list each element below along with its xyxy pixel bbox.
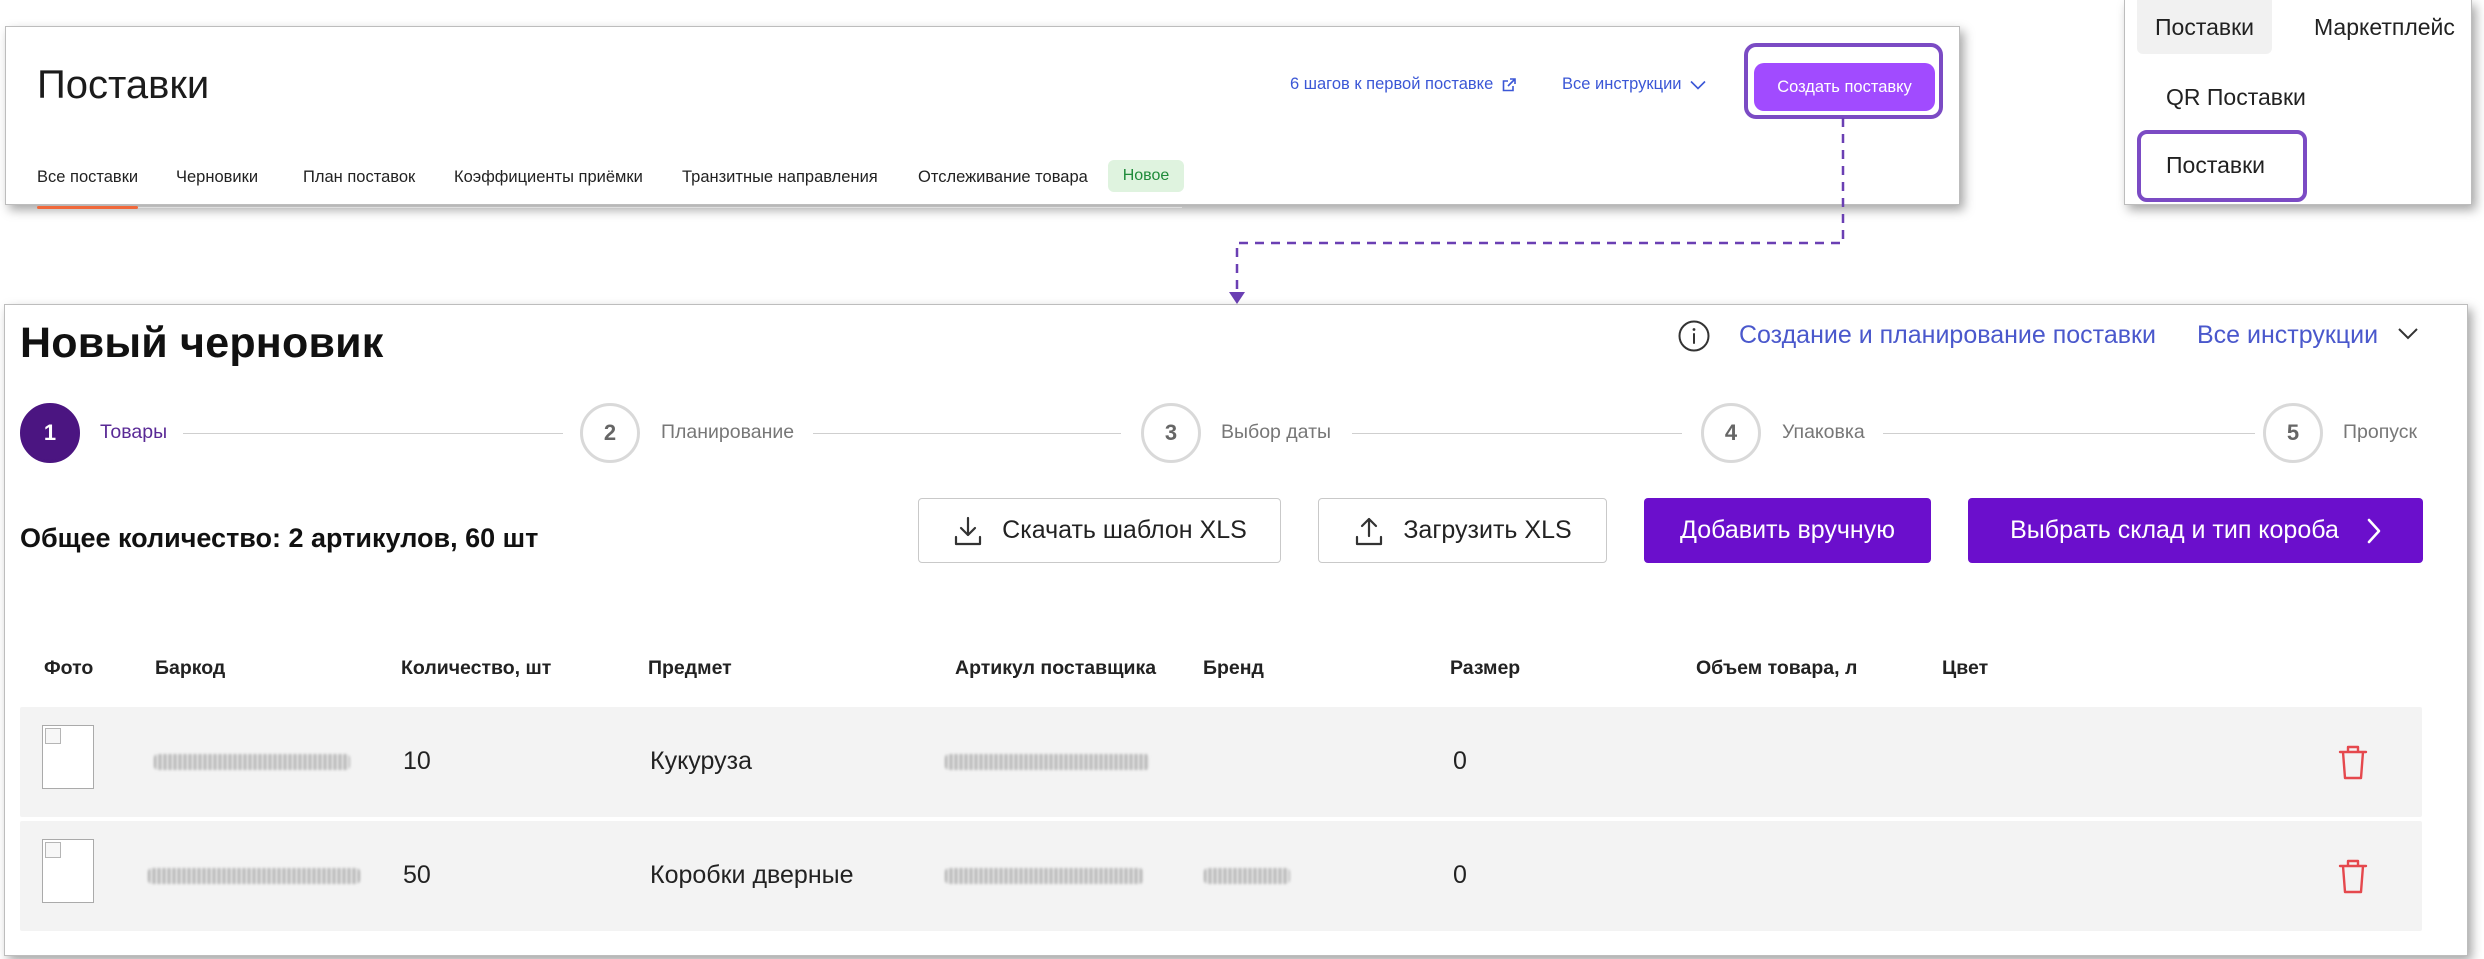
menu-item-qr-supplies[interactable]: QR Поставки — [2166, 84, 2306, 111]
col-vendor-code: Артикул поставщика — [955, 657, 1157, 679]
nav-menu-panel: Поставки Маркетплейс QR Поставки Поставк… — [2124, 0, 2472, 205]
col-barcode: Баркод — [155, 657, 226, 679]
subject-value: Кукуруза — [650, 747, 752, 775]
create-supply-button[interactable]: Создать поставку — [1754, 63, 1935, 111]
step-connector — [1352, 433, 1682, 434]
menu-tab-supplies[interactable]: Поставки — [2137, 0, 2273, 54]
draft-title: Новый черновик — [20, 319, 384, 367]
new-badge: Новое — [1108, 160, 1184, 192]
size-value: 0 — [1453, 861, 1467, 889]
table-row[interactable]: 50 Коробки дверные 0 — [20, 821, 2422, 931]
barcode-redacted — [148, 868, 360, 884]
info-icon[interactable] — [1677, 319, 1711, 353]
col-size: Размер — [1450, 657, 1521, 679]
step-1-circle[interactable]: 1 — [20, 403, 80, 463]
draft-instructions-link[interactable]: Все инструкции — [2197, 321, 2378, 350]
quantity-value: 50 — [403, 861, 431, 889]
col-brand: Бренд — [1203, 657, 1264, 679]
step-4-circle[interactable]: 4 — [1701, 403, 1761, 463]
photo-placeholder-icon — [42, 839, 94, 903]
all-instructions-link[interactable]: Все инструкции — [1562, 75, 1706, 94]
step-2-label[interactable]: Планирование — [661, 421, 795, 444]
external-link-icon — [1502, 77, 1517, 91]
step-3-label[interactable]: Выбор даты — [1221, 421, 1332, 444]
step-1-label[interactable]: Товары — [100, 421, 168, 444]
first-supply-steps-link[interactable]: 6 шагов к первой поставке — [1290, 75, 1517, 94]
step-5-circle[interactable]: 5 — [2263, 403, 2323, 463]
planning-help-link[interactable]: Создание и планирование поставки — [1739, 321, 2156, 350]
tab-transit-directions[interactable]: Транзитные направления — [682, 168, 878, 187]
barcode-redacted — [154, 754, 350, 770]
col-subject: Предмет — [648, 657, 732, 679]
upload-icon — [1356, 517, 1383, 545]
tab-acceptance-coefficients[interactable]: Коэффициенты приёмки — [454, 168, 643, 187]
step-4-label[interactable]: Упаковка — [1782, 421, 1865, 444]
quantity-value: 10 — [403, 747, 431, 775]
tab-product-tracking[interactable]: Отслеживание товара — [918, 168, 1088, 187]
choose-warehouse-button[interactable]: Выбрать склад и тип короба — [1968, 498, 2423, 563]
step-connector — [183, 433, 563, 434]
col-quantity: Количество, шт — [401, 657, 552, 679]
upload-xls-button[interactable]: Загрузить XLS — [1318, 498, 1607, 563]
table-row[interactable]: 10 Кукуруза 0 — [20, 707, 2422, 817]
tab-drafts[interactable]: Черновики — [176, 168, 258, 187]
total-quantity-summary: Общее количество: 2 артикулов, 60 шт — [20, 523, 539, 553]
step-connector — [813, 433, 1121, 434]
size-value: 0 — [1453, 747, 1467, 775]
upload-xls-label: Загрузить XLS — [1403, 516, 1572, 544]
chevron-right-icon — [2367, 518, 2381, 543]
chevron-down-icon[interactable] — [2397, 327, 2419, 341]
step-connector — [1883, 433, 2255, 434]
chevron-down-icon — [1689, 80, 1706, 90]
photo-placeholder-icon — [42, 725, 94, 789]
first-supply-steps-label: 6 шагов к первой поставке — [1290, 75, 1494, 93]
all-instructions-label: Все инструкции — [1562, 75, 1682, 93]
trash-icon[interactable] — [2336, 743, 2370, 781]
brand-redacted — [1204, 868, 1290, 884]
download-template-button[interactable]: Скачать шаблон XLS — [918, 498, 1281, 563]
supplies-tabs: Все поставки Черновики План поставок Коэ… — [37, 147, 1184, 209]
col-volume: Объем товара, л — [1696, 657, 1858, 679]
download-template-label: Скачать шаблон XLS — [1002, 516, 1247, 544]
new-draft-panel: Новый черновик Создание и планирование п… — [4, 304, 2468, 956]
menu-tab-marketplace[interactable]: Маркетплейс — [2314, 0, 2455, 54]
col-color: Цвет — [1942, 657, 1989, 679]
vendor-code-redacted — [945, 754, 1149, 770]
step-2-circle[interactable]: 2 — [580, 403, 640, 463]
step-5-label[interactable]: Пропуск — [2343, 421, 2418, 444]
col-photo: Фото — [44, 657, 94, 679]
choose-warehouse-label: Выбрать склад и тип короба — [2010, 516, 2339, 544]
tab-supply-plan[interactable]: План поставок — [303, 168, 415, 187]
trash-icon[interactable] — [2336, 857, 2370, 895]
add-manually-button[interactable]: Добавить вручную — [1644, 498, 1931, 563]
tab-all-supplies[interactable]: Все поставки — [37, 168, 139, 209]
subject-value: Коробки дверные — [650, 861, 854, 889]
page-title: Поставки — [37, 63, 210, 107]
menu-item-supplies[interactable]: Поставки — [2166, 152, 2265, 179]
step-3-circle[interactable]: 3 — [1141, 403, 1201, 463]
supplies-header-panel: Поставки 6 шагов к первой поставке Все и… — [5, 26, 1960, 209]
vendor-code-redacted — [945, 868, 1143, 884]
download-icon — [955, 516, 982, 545]
